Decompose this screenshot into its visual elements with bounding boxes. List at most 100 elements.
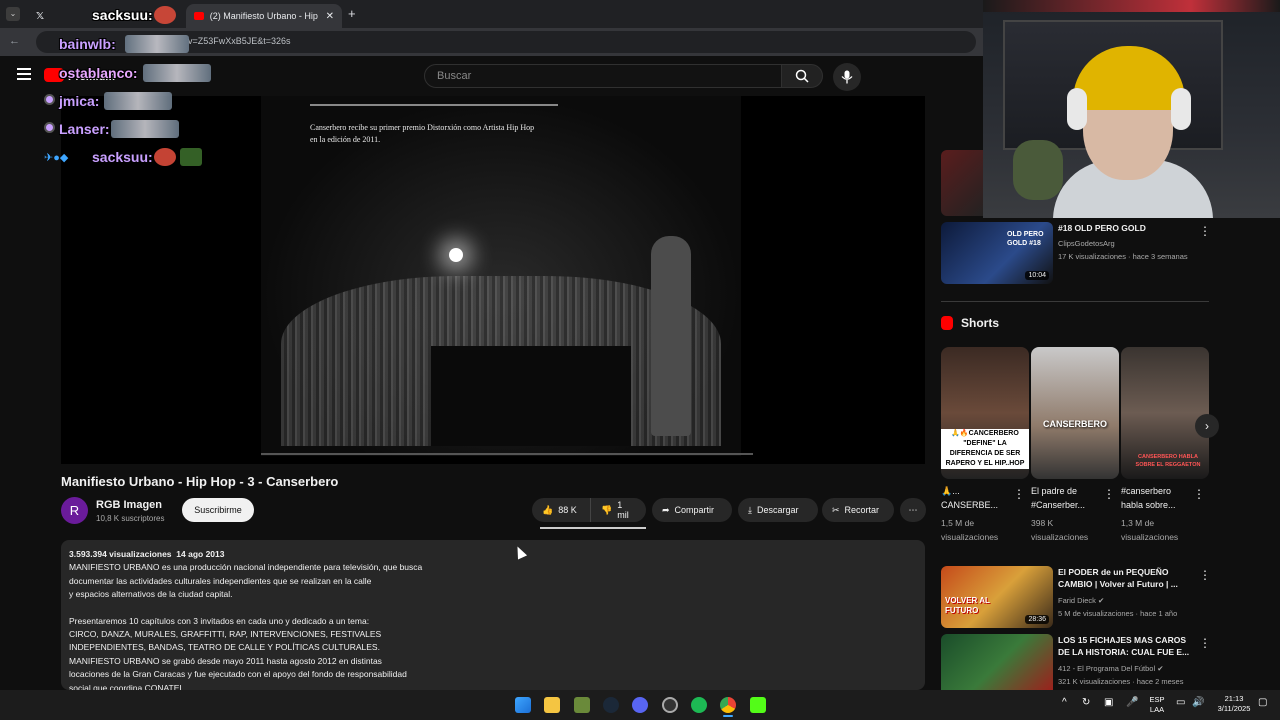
notification-icon[interactable]: ▢ [1258, 698, 1267, 708]
search-icon [795, 69, 809, 83]
short-views-line: visualizaciones [1121, 532, 1179, 542]
video-meta: 5 M de visualizaciones · hace 1 año [1058, 609, 1178, 618]
channel-name[interactable]: RGB Imagen [96, 499, 162, 511]
tab-youtube[interactable]: (2) Manifiesto Urbano - Hip Ho ✕ [186, 4, 342, 28]
more-vertical-icon[interactable]: ⋮ [1199, 636, 1211, 650]
steam-icon[interactable] [603, 697, 619, 713]
video-title-line: El PODER de un PEQUEÑO [1058, 567, 1169, 577]
view-count: 3.593.394 visualizaciones [69, 549, 172, 559]
chat-username: jmica: [59, 93, 100, 109]
video-title: Manifiesto Urbano - Hip Hop - 3 - Canser… [61, 474, 339, 489]
thumbs-down-icon: 👎 [601, 504, 613, 515]
description-line: locaciones de la Gran Caracas y fue ejec… [69, 669, 407, 680]
channel-name: 412 - El Programa Del Fútbol ✔ [1058, 664, 1164, 673]
tab-search-icon[interactable]: ⌄ [6, 7, 20, 21]
channel-name-text: 412 - El Programa Del Fútbol [1058, 664, 1156, 673]
short-title-line: El padre de [1031, 486, 1078, 496]
tray-overflow-icon[interactable]: ^ [1062, 698, 1067, 708]
related-video[interactable]: VOLVER AL FUTURO 28:36 El PODER de un PE… [941, 566, 1211, 630]
description-line: MANIFIESTO URBANO es una producción naci… [69, 562, 423, 573]
verified-icon: ✔ [1098, 596, 1105, 605]
headphone-left [1067, 88, 1087, 130]
description-line: MANIFIESTO URBANO se grabó desde mayo 20… [69, 655, 382, 666]
description-line: y espacios alternativos de la ciudad cap… [69, 589, 233, 600]
back-arrow-icon[interactable]: ← [9, 35, 20, 47]
description-meta: 3.593.394 visualizaciones 14 ago 2013 [69, 548, 917, 561]
windows-start-icon[interactable] [515, 697, 531, 713]
share-button[interactable]: ➦ Compartir [652, 498, 732, 522]
download-button[interactable]: ⤓ Descargar [738, 498, 818, 522]
shorts-heading-label: Shorts [961, 316, 1000, 330]
file-explorer-icon[interactable] [544, 697, 560, 713]
dislike-button[interactable]: 👎 1 mil [590, 498, 646, 522]
shorts-next-button[interactable]: › [1195, 414, 1219, 438]
caption-line-1: Canserbero recibe su primer premio Disto… [310, 123, 535, 132]
related-video[interactable]: LOS 15 FICHAJES MAS CAROS DE LA HISTORIA… [941, 634, 1211, 698]
chat-username: Lanser: [59, 121, 110, 137]
obs-icon[interactable] [662, 697, 678, 713]
tab-close-icon[interactable]: ✕ [326, 11, 334, 22]
more-vertical-icon[interactable]: ⋮ [1193, 487, 1205, 501]
related-video[interactable]: OLD PERO GOLD #18 10:04 #18 OLD PERO GOL… [941, 222, 1211, 286]
youtube-favicon-icon [194, 12, 204, 20]
tray-icon[interactable]: ▣ [1104, 698, 1113, 708]
more-vertical-icon[interactable]: ⋮ [1103, 487, 1115, 501]
video-thumbnail [941, 634, 1053, 696]
microphone-icon [841, 70, 853, 84]
new-tab-button[interactable]: + [348, 6, 356, 21]
clock[interactable]: 21:13 3/11/2025 [1210, 694, 1258, 714]
channel-subscribers: 10,8 K suscriptores [96, 514, 165, 523]
partial-thumbnail[interactable] [941, 150, 985, 216]
short-overlay-text: CANSERBERO [1042, 419, 1107, 429]
more-actions-button[interactable]: ⋯ [900, 498, 926, 522]
stage-light [449, 248, 463, 262]
plush-toy [1013, 140, 1063, 200]
kick-icon[interactable] [750, 697, 766, 713]
short-title-line: #Canserber... [1031, 500, 1086, 510]
description-line: documentar las actividades culturales in… [69, 575, 372, 586]
chat-badge-icon: ✈●◆ [44, 152, 69, 164]
tray-icon[interactable]: ↻ [1082, 698, 1090, 708]
chat-emote [111, 120, 179, 138]
short-views: 1,5 M de visualizaciones [941, 516, 1021, 544]
channel-name: Farid Dieck ✔ [1058, 596, 1104, 605]
spotify-icon[interactable] [691, 697, 707, 713]
like-button[interactable]: 👍 88 K [532, 498, 590, 522]
short-title-line: habla sobre... [1121, 500, 1176, 510]
video-description[interactable]: 3.593.394 visualizaciones 14 ago 2013 MA… [61, 540, 925, 690]
tab-title: (2) Manifiesto Urbano - Hip Ho [209, 11, 320, 21]
search-input[interactable]: Buscar [424, 64, 782, 88]
chrome-icon[interactable] [720, 697, 736, 713]
shorts-heading: Shorts [941, 316, 999, 330]
performer-silhouette [651, 236, 691, 436]
more-vertical-icon[interactable]: ⋮ [1199, 224, 1211, 238]
clock-time: 21:13 [1224, 694, 1244, 703]
search-button[interactable] [781, 64, 823, 88]
progress-bar[interactable] [261, 453, 753, 455]
divider [941, 301, 1209, 302]
minecraft-icon[interactable] [574, 697, 590, 713]
microphone-icon[interactable]: 🎤 [1126, 698, 1138, 708]
video-frame [261, 96, 741, 456]
hamburger-menu-icon[interactable] [17, 68, 31, 80]
voice-search-button[interactable] [833, 63, 861, 91]
short-thumbnail[interactable]: CANSERBERO HABLA SOBRE EL REGGAETON [1121, 347, 1209, 479]
short-thumbnail[interactable]: 🙏🔥CANCERBERO "DEFINE" LA DIFERENCIA DE S… [941, 347, 1029, 479]
chat-badge-icon [44, 122, 55, 133]
download-label: Descargar [756, 505, 799, 515]
video-title-line: DE LA HISTORIA: CUAL FUE E... [1058, 647, 1190, 657]
more-vertical-icon[interactable]: ⋮ [1013, 487, 1025, 501]
subscribe-button[interactable]: Suscribirme [182, 498, 254, 522]
volume-icon[interactable]: 🔊 [1192, 698, 1204, 708]
short-thumbnail[interactable]: CANSERBERO [1031, 347, 1119, 479]
video-thumbnail: OLD PERO GOLD #18 10:04 [941, 222, 1053, 284]
video-duration: 28:36 [1025, 615, 1049, 624]
video-meta: 321 K visualizaciones · hace 2 meses [1058, 677, 1184, 686]
video-title-line: CAMBIO | Volver al Futuro | ... [1058, 579, 1178, 589]
channel-avatar[interactable]: R [61, 497, 88, 524]
network-icon[interactable]: ▭ [1176, 698, 1185, 708]
more-vertical-icon[interactable]: ⋮ [1199, 568, 1211, 582]
input-language[interactable]: ESP LAA [1146, 695, 1168, 715]
discord-icon[interactable] [632, 697, 648, 713]
clip-button[interactable]: ✂ Recortar [822, 498, 894, 522]
